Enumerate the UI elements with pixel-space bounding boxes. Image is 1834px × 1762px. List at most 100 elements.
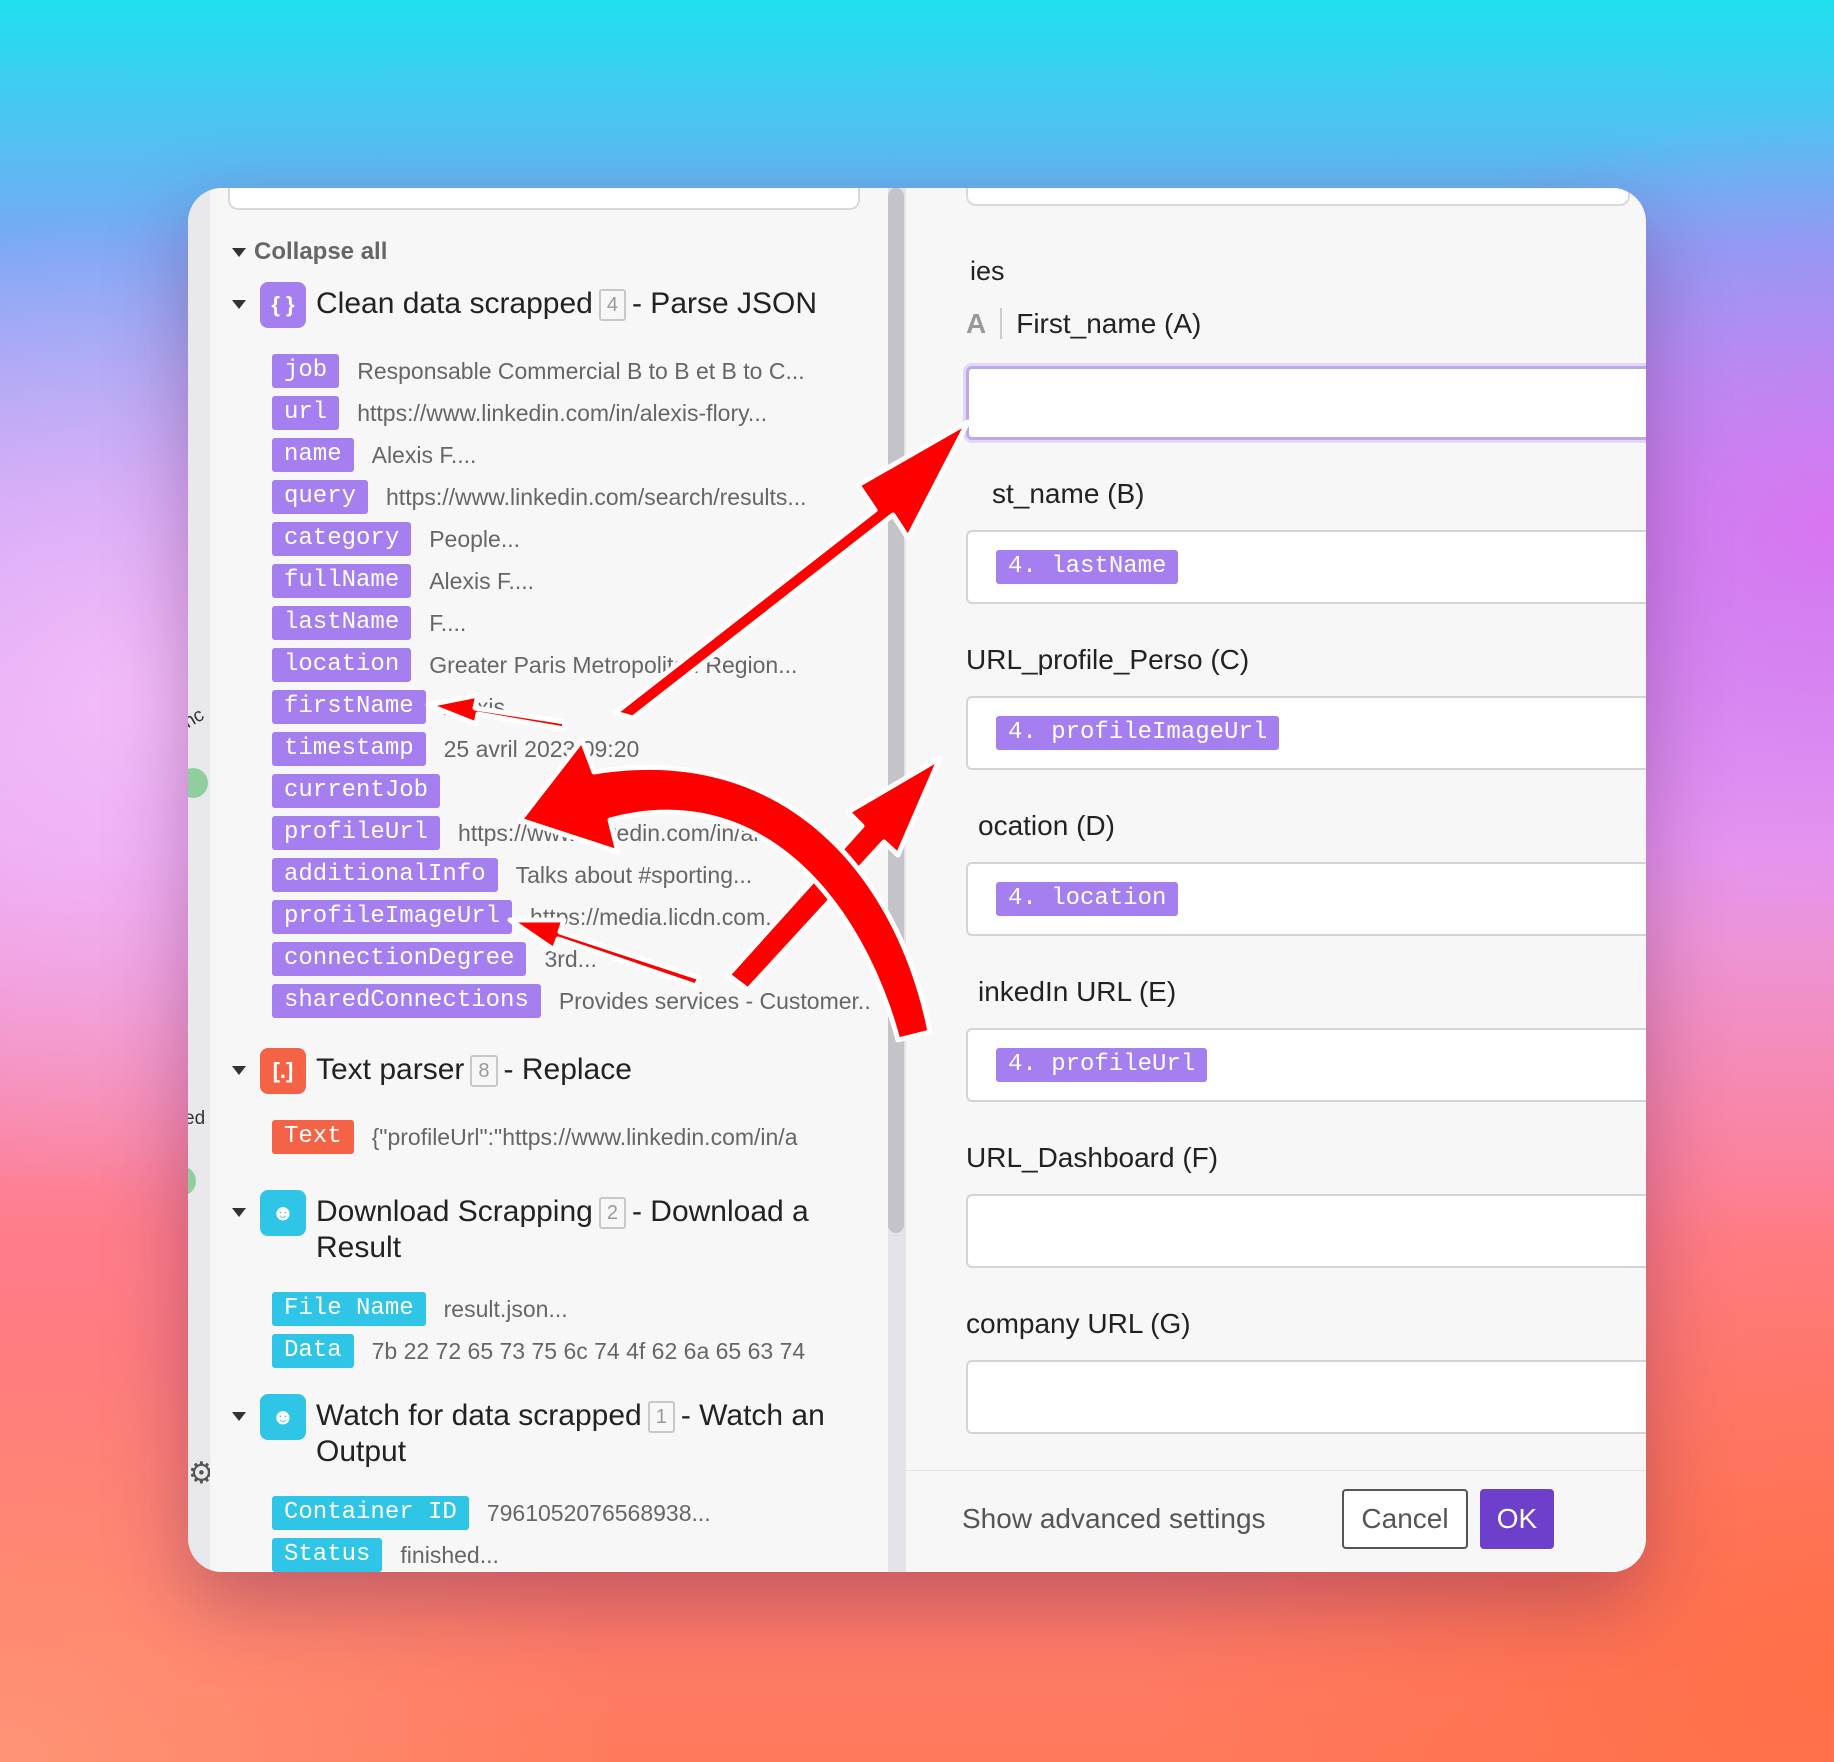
- module-header[interactable]: { } Clean data scrapped 4- Parse JSON: [232, 282, 872, 328]
- data-value: Greater Paris Metropolitan Region...: [429, 651, 798, 678]
- location-input[interactable]: 4. location: [966, 862, 1646, 936]
- data-value: People...: [429, 525, 521, 552]
- data-item-row: connectionDegree 3rd...: [272, 938, 872, 980]
- data-value: https://www.linkedin.com/in/alexis...: [458, 819, 819, 846]
- data-tag[interactable]: query: [272, 480, 369, 514]
- data-item-row: Container ID 7961052076568938...: [272, 1492, 872, 1534]
- data-value: https://media.licdn.com...: [530, 903, 785, 930]
- module-items: File Name result.json... Data 7b 22 72 65 7…: [272, 1288, 872, 1372]
- mapped-pill[interactable]: 4. profileImageUrl: [996, 716, 1280, 750]
- data-tag[interactable]: Data: [272, 1334, 354, 1368]
- data-item-row: category People...: [272, 518, 872, 560]
- canvas-label: nc: [188, 704, 208, 733]
- module-items: Container ID 7961052076568938... Status fin…: [272, 1492, 872, 1572]
- cancel-button[interactable]: Cancel: [1342, 1489, 1468, 1549]
- mapped-pill[interactable]: 4. profileUrl: [996, 1048, 1208, 1082]
- data-item-row: Data 7b 22 72 65 73 75 6c 74 4f 62 6a 65 …: [272, 1330, 872, 1372]
- mapping-dialog: nc ed ⚙ Collapse all { } Clean data scra…: [188, 188, 1646, 1572]
- mapping-form: ies A First_name (A) st_name (B) 4. lastN…: [906, 188, 1646, 1572]
- data-tag[interactable]: additionalInfo: [272, 858, 498, 892]
- data-item-row: job Responsable Commercial B to B et B to…: [272, 350, 872, 392]
- data-tag[interactable]: Container ID: [272, 1496, 469, 1530]
- caret-down-icon[interactable]: [232, 1208, 246, 1217]
- data-value: Provides services - Customer...: [558, 987, 872, 1014]
- data-tag[interactable]: profileImageUrl: [272, 900, 513, 934]
- module-header[interactable]: [.] Text parser 8- Replace: [232, 1048, 872, 1094]
- company-url-input[interactable]: [966, 1360, 1646, 1434]
- data-item-row: currentJob: [272, 770, 872, 812]
- scenario-canvas-strip: nc ed ⚙: [188, 188, 215, 1572]
- data-value: 7961052076568938...: [486, 1499, 711, 1526]
- data-tag[interactable]: lastName: [272, 606, 412, 640]
- data-tag[interactable]: Status: [272, 1538, 383, 1572]
- canvas-node[interactable]: [188, 768, 208, 798]
- caret-down-icon[interactable]: [232, 1066, 246, 1075]
- data-tag[interactable]: url: [272, 396, 340, 430]
- url-dashboard-input[interactable]: [966, 1194, 1646, 1268]
- data-value: 25 avril 2023 09:20: [443, 735, 640, 762]
- field-label-url-profile: URL_profile_Perso (C): [966, 644, 1250, 675]
- data-tag[interactable]: job: [272, 354, 340, 388]
- data-value: {"profileUrl":"https://www.linkedin.com/…: [371, 1123, 798, 1150]
- module-clean-data: { } Clean data scrapped 4- Parse JSON job…: [232, 282, 872, 1022]
- data-tag[interactable]: profileUrl: [272, 816, 441, 850]
- data-tag[interactable]: Text: [272, 1120, 354, 1154]
- data-item-row: Status finished...: [272, 1534, 872, 1572]
- section-title: ies: [970, 256, 1005, 286]
- field-label-location: ocation (D): [978, 810, 1115, 841]
- caret-down-icon: [232, 247, 246, 257]
- data-tag[interactable]: category: [272, 522, 412, 556]
- data-value: F....: [429, 609, 467, 636]
- module-header[interactable]: ☻ Watch for data scrapped 1- Watch an Out…: [232, 1394, 872, 1470]
- search-input[interactable]: [228, 188, 860, 210]
- ghost-icon: ☻: [260, 1394, 306, 1440]
- data-tag[interactable]: connectionDegree: [272, 942, 527, 976]
- module-header[interactable]: ☻ Download Scrapping 2- Download a Result: [232, 1190, 872, 1266]
- mapped-pill[interactable]: 4. location: [996, 882, 1179, 916]
- data-tag[interactable]: firstName: [272, 690, 426, 724]
- module-title: Download Scrapping 2- Download a Result: [316, 1195, 809, 1264]
- caret-down-icon[interactable]: [232, 1412, 246, 1421]
- data-value: 7b 22 72 65 73 75 6c 74 4f 62 6a 65 63 7…: [371, 1337, 806, 1364]
- module-items: job Responsable Commercial B to B et B to…: [272, 350, 872, 1022]
- last-name-input[interactable]: 4. lastName: [966, 530, 1646, 604]
- ok-button[interactable]: OK: [1480, 1489, 1554, 1549]
- url-profile-input[interactable]: 4. profileImageUrl: [966, 696, 1646, 770]
- field-label-linkedin-url: inkedIn URL (E): [978, 976, 1177, 1007]
- show-advanced-settings[interactable]: Show advanced settings: [962, 1503, 1266, 1535]
- field-label-company-url: company URL (G): [966, 1308, 1191, 1339]
- data-value: Alexis F....: [429, 567, 535, 594]
- collapse-all-button[interactable]: Collapse all: [232, 238, 387, 266]
- data-item-row: additionalInfo Talks about #sporting...: [272, 854, 872, 896]
- data-value: https://www.linkedin.com/search/results.…: [386, 483, 807, 510]
- data-tag[interactable]: timestamp: [272, 732, 426, 766]
- data-tag[interactable]: File Name: [272, 1292, 426, 1326]
- data-picker-panel: Collapse all { } Clean data scrapped 4- P…: [210, 188, 880, 1572]
- field-label-first-name: A First_name (A): [966, 308, 1202, 339]
- data-value: Alexis...: [443, 693, 525, 720]
- data-tag[interactable]: location: [272, 648, 412, 682]
- data-tag[interactable]: currentJob: [272, 774, 441, 808]
- module-watch-output: ☻ Watch for data scrapped 1- Watch an Out…: [232, 1394, 872, 1572]
- mapped-pill[interactable]: 4. lastName: [996, 550, 1179, 584]
- data-value: Responsable Commercial B to B et B to C.…: [357, 357, 805, 384]
- caret-down-icon[interactable]: [232, 300, 246, 309]
- first-name-input[interactable]: [966, 366, 1646, 440]
- canvas-node[interactable]: [188, 1166, 196, 1196]
- text-type-icon: A: [966, 308, 1003, 339]
- module-title: Text parser 8- Replace: [316, 1053, 632, 1088]
- text-parser-icon: [.]: [260, 1048, 306, 1094]
- scrollbar[interactable]: [888, 188, 904, 1233]
- data-tag[interactable]: fullName: [272, 564, 412, 598]
- data-tag[interactable]: sharedConnections: [272, 984, 541, 1018]
- data-item-row: profileImageUrl https://media.licdn.com..…: [272, 896, 872, 938]
- field-label-url-dashboard: URL_Dashboard (F): [966, 1142, 1219, 1173]
- module-download-scrapping: ☻ Download Scrapping 2- Download a Result…: [232, 1190, 872, 1372]
- top-field[interactable]: [966, 188, 1630, 206]
- data-item-row: lastName F....: [272, 602, 872, 644]
- module-title: Clean data scrapped 4- Parse JSON: [316, 287, 818, 322]
- data-item-row: Text {"profileUrl":"https://www.linkedin.…: [272, 1116, 872, 1158]
- data-tag[interactable]: name: [272, 438, 354, 472]
- data-value: Talks about #sporting...: [515, 861, 753, 888]
- linkedin-url-input[interactable]: 4. profileUrl: [966, 1028, 1646, 1102]
